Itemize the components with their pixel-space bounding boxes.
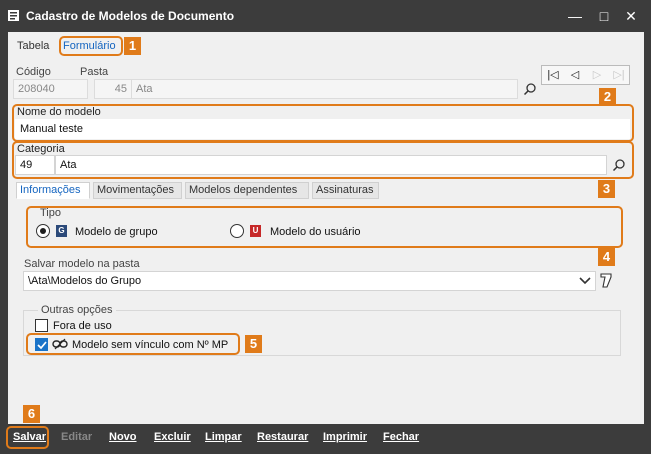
- broken-link-icon: [52, 338, 68, 350]
- salvar-button[interactable]: Salvar: [13, 431, 46, 443]
- modelo-de-grupo-label[interactable]: Modelo de grupo: [75, 226, 158, 238]
- sem-vinculo-label[interactable]: Modelo sem vínculo com Nº MP: [72, 339, 228, 351]
- sem-vinculo-checkbox[interactable]: [35, 338, 48, 351]
- codigo-label: Código: [16, 66, 51, 78]
- last-record-button[interactable]: ▷|: [608, 66, 630, 84]
- fechar-button[interactable]: Fechar: [383, 431, 419, 443]
- title-bar: Cadastro de Modelos de Documento — □ ✕: [0, 0, 651, 32]
- previous-record-button[interactable]: ◁: [564, 66, 586, 84]
- next-record-button[interactable]: ▷: [586, 66, 608, 84]
- radio-modelo-de-grupo[interactable]: [36, 224, 50, 238]
- checkmark-icon: [37, 341, 47, 350]
- categoria-name-input[interactable]: Ata: [55, 155, 607, 175]
- callout-number-3: 3: [598, 180, 615, 198]
- pasta-label: Pasta: [80, 66, 109, 78]
- form-client-area: Tabela Formulário 1 Código 208040 Pasta …: [8, 32, 644, 424]
- tab-assinaturas[interactable]: Assinaturas: [312, 182, 379, 199]
- close-button[interactable]: ✕: [621, 6, 641, 26]
- nome-modelo-label: Nome do modelo: [17, 106, 101, 118]
- callout-number-4: 4: [598, 248, 615, 266]
- excluir-button[interactable]: Excluir: [154, 431, 191, 443]
- bottom-toolbar: Salvar Editar Novo Excluir Limpar Restau…: [0, 424, 651, 454]
- limpar-button[interactable]: Limpar: [205, 431, 242, 443]
- highlight-box-1: [59, 36, 123, 56]
- codigo-field[interactable]: 208040: [13, 79, 88, 99]
- search-icon[interactable]: [612, 158, 626, 172]
- editar-button[interactable]: Editar: [61, 431, 92, 443]
- callout-number-6: 6: [23, 405, 40, 423]
- tab-modelos-dependentes[interactable]: Modelos dependentes: [185, 182, 309, 199]
- imprimir-button[interactable]: Imprimir: [323, 431, 367, 443]
- categoria-code-input[interactable]: 49: [15, 155, 55, 175]
- user-model-icon: U: [250, 225, 261, 237]
- radio-selected-dot: [40, 228, 46, 234]
- maximize-button[interactable]: □: [594, 6, 614, 26]
- pasta-name-field[interactable]: Ata: [131, 79, 518, 99]
- tab-informacoes[interactable]: Informações: [16, 182, 90, 199]
- record-navigator: |◁ ◁ ▷ ▷|: [541, 65, 630, 85]
- fora-de-uso-label[interactable]: Fora de uso: [53, 320, 112, 332]
- fora-de-uso-checkbox[interactable]: [35, 319, 48, 332]
- salvar-pasta-label: Salvar modelo na pasta: [24, 258, 140, 270]
- first-record-button[interactable]: |◁: [542, 66, 564, 84]
- callout-number-1: 1: [124, 37, 141, 55]
- minimize-button[interactable]: —: [565, 6, 585, 26]
- pasta-number-field[interactable]: 45: [94, 79, 132, 99]
- radio-modelo-do-usuario[interactable]: [230, 224, 244, 238]
- modelo-do-usuario-label[interactable]: Modelo do usuário: [270, 226, 361, 238]
- restaurar-button[interactable]: Restaurar: [257, 431, 308, 443]
- tipo-label: Tipo: [40, 207, 61, 219]
- window-title: Cadastro de Modelos de Documento: [26, 9, 235, 23]
- group-model-icon: G: [56, 225, 67, 237]
- novo-button[interactable]: Novo: [109, 431, 137, 443]
- document-icon: [8, 10, 19, 21]
- callout-number-5: 5: [245, 335, 262, 353]
- clear-field-icon[interactable]: [600, 273, 612, 288]
- tab-movimentacoes[interactable]: Movimentações: [93, 182, 182, 199]
- outras-opcoes-label: Outras opções: [38, 304, 116, 316]
- nome-modelo-input[interactable]: Manual teste: [15, 119, 630, 139]
- search-icon[interactable]: [523, 82, 537, 96]
- categoria-label: Categoria: [17, 143, 65, 155]
- tab-tabela[interactable]: Tabela: [17, 40, 49, 56]
- salvar-pasta-select[interactable]: \Ata\Modelos do Grupo: [23, 271, 596, 291]
- chevron-down-icon[interactable]: [579, 276, 591, 286]
